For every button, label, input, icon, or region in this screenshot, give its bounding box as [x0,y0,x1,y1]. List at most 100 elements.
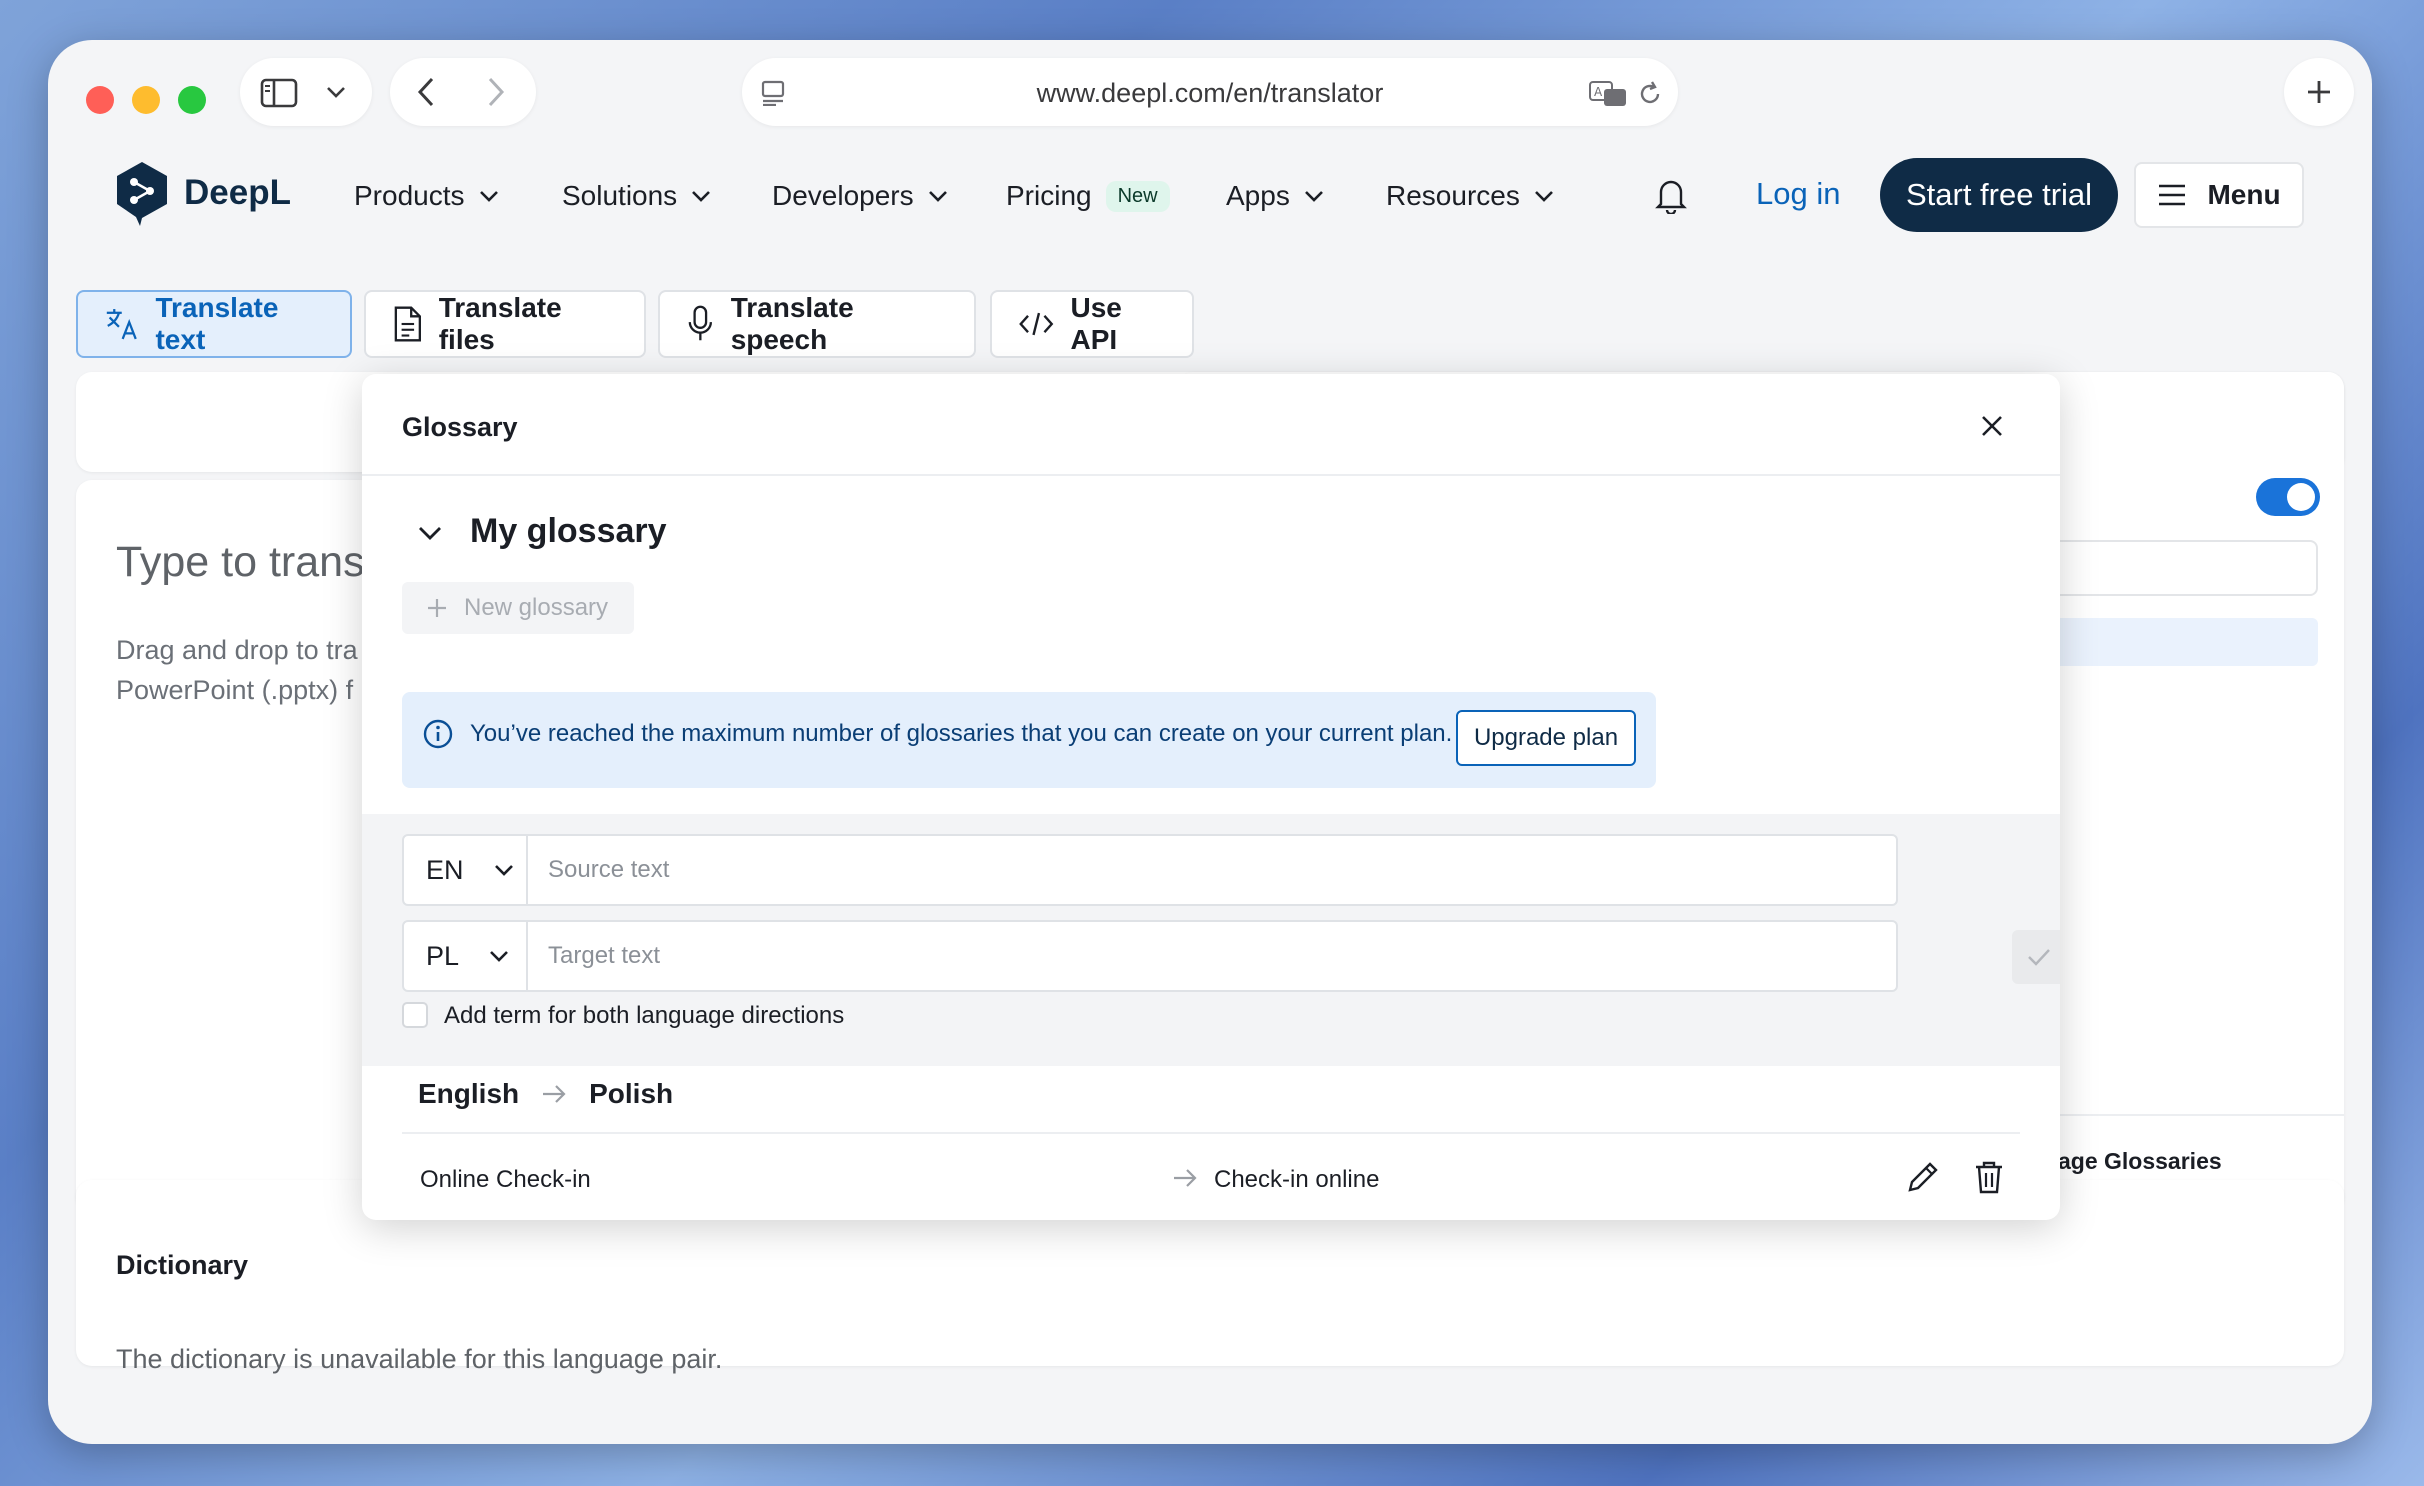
sidebar-control[interactable] [240,58,372,126]
forward-icon[interactable] [486,76,506,108]
close-icon[interactable] [1980,414,2004,438]
source-language-select[interactable]: EN [404,836,528,904]
menu-button[interactable]: Menu [2134,162,2304,228]
svg-text:A: A [1594,85,1603,99]
target-term-field[interactable]: PL Target text [402,920,1898,992]
source-term-field[interactable]: EN Source text [402,834,1898,906]
back-icon[interactable] [416,76,436,108]
drop-hint-line-2: PowerPoint (.pptx) f [116,675,354,705]
brand-name: DeepL [184,173,291,212]
term-entry-area: EN Source text PL Target text Add term f… [362,814,2060,1066]
chevron-down-icon [1534,191,1553,202]
browser-window: www.deepl.com/en/translator A DeepL Prod… [48,40,2372,1444]
manage-glossaries-link[interactable]: age Glossaries [2058,1148,2222,1175]
nav-developers[interactable]: Developers [772,180,948,212]
hamburger-icon [2159,184,2186,206]
new-tab-button[interactable] [2284,58,2354,126]
microphone-icon [688,305,713,341]
tab-translate-text[interactable]: Translate text [76,290,352,358]
menu-label: Menu [2207,179,2281,210]
arrow-right-icon [1174,1169,1197,1187]
reload-icon[interactable] [1636,80,1664,108]
to-language: Polish [589,1078,674,1109]
nav-pricing[interactable]: Pricing New [1006,180,1170,212]
nav-products-label: Products [354,180,465,211]
nav-apps-label: Apps [1226,180,1290,211]
checkmark-icon [2028,949,2050,966]
arrow-right-icon [543,1085,566,1103]
tab-translate-files-label: Translate files [438,292,562,355]
upgrade-plan-button[interactable]: Upgrade plan [1456,710,1636,766]
chevron-down-icon [479,191,498,202]
nav-solutions[interactable]: Solutions [562,180,711,212]
modal-title: Glossary [402,412,518,442]
dictionary-title: Dictionary [116,1250,249,1280]
start-free-trial-button[interactable]: Start free trial [1880,158,2118,232]
entry-source: Online Check-in [420,1166,591,1193]
translate-icon [106,309,137,340]
tab-translate-speech-label: Translate speech [730,292,854,355]
new-glossary-label: New glossary [464,594,609,621]
source-language-value: EN [426,854,464,885]
close-window-button[interactable] [86,86,114,114]
sidebar-icon[interactable] [260,78,298,108]
new-badge: New [1105,180,1170,212]
my-glossary-title[interactable]: My glossary [470,512,667,551]
trash-icon[interactable] [1974,1160,2004,1194]
address-bar[interactable]: www.deepl.com/en/translator A [742,58,1678,126]
source-placeholder[interactable]: Type to trans [116,538,365,587]
nav-solutions-label: Solutions [562,180,678,211]
nav-resources[interactable]: Resources [1386,180,1554,212]
from-language: English [418,1078,520,1109]
chevron-down-icon [928,191,947,202]
plus-icon [428,599,446,617]
both-directions-label: Add term for both language directions [444,1002,845,1029]
limit-info-banner: You’ve reached the maximum number of glo… [402,692,1656,788]
dictionary-text: The dictionary is unavailable for this l… [116,1344,723,1374]
entry-target: Check-in online [1214,1166,1380,1193]
login-link[interactable]: Log in [1756,176,1840,212]
bell-icon[interactable] [1654,176,1688,214]
tab-translate-speech[interactable]: Translate speech [658,290,976,358]
translate-page-icon[interactable]: A [1588,80,1628,108]
target-language-select[interactable]: PL [404,922,528,990]
document-icon [394,306,421,342]
history-controls [390,58,536,126]
confirm-term-button[interactable] [2012,930,2060,984]
url-text[interactable]: www.deepl.com/en/translator [742,78,1678,109]
tab-use-api[interactable]: Use API [990,290,1194,358]
zoom-window-button[interactable] [178,86,206,114]
code-icon [1019,312,1054,336]
brand-logo[interactable]: DeepL [114,160,291,226]
new-glossary-button[interactable]: New glossary [402,582,634,634]
tab-translate-text-label: Translate text [155,292,279,355]
chevron-down-icon[interactable] [326,86,346,98]
chevron-down-icon[interactable] [418,526,442,540]
language-pair-header: English Polish [418,1078,673,1110]
plus-icon [2308,81,2330,103]
both-directions-checkbox[interactable] [402,1002,428,1028]
nav-pricing-label: Pricing [1006,180,1092,211]
deepl-logo-icon [117,162,167,226]
nav-developers-label: Developers [772,180,914,211]
chevron-down-icon [494,865,513,876]
chevron-down-icon [490,951,508,962]
target-text-input[interactable]: Target text [548,922,660,990]
tab-translate-files[interactable]: Translate files [364,290,646,358]
tab-use-api-label: Use API [1070,292,1122,355]
limit-info-text: You’ve reached the maximum number of glo… [470,720,1453,747]
nav-resources-label: Resources [1386,180,1520,211]
glossary-modal: Glossary My glossary New glossary You’ve… [362,374,2060,1220]
source-text-input[interactable]: Source text [548,836,669,904]
drop-hint-line-1: Drag and drop to tra [116,635,358,665]
chevron-down-icon [692,191,711,202]
minimize-window-button[interactable] [132,86,160,114]
info-icon [423,719,453,749]
pencil-icon[interactable] [1906,1160,1940,1194]
table-row: Online Check-in Check-in online [402,1134,2020,1220]
nav-apps[interactable]: Apps [1226,180,1324,212]
target-language-value: PL [426,940,460,971]
glossary-toggle[interactable] [2256,478,2320,516]
nav-products[interactable]: Products [354,180,499,212]
chevron-down-icon [1304,191,1323,202]
